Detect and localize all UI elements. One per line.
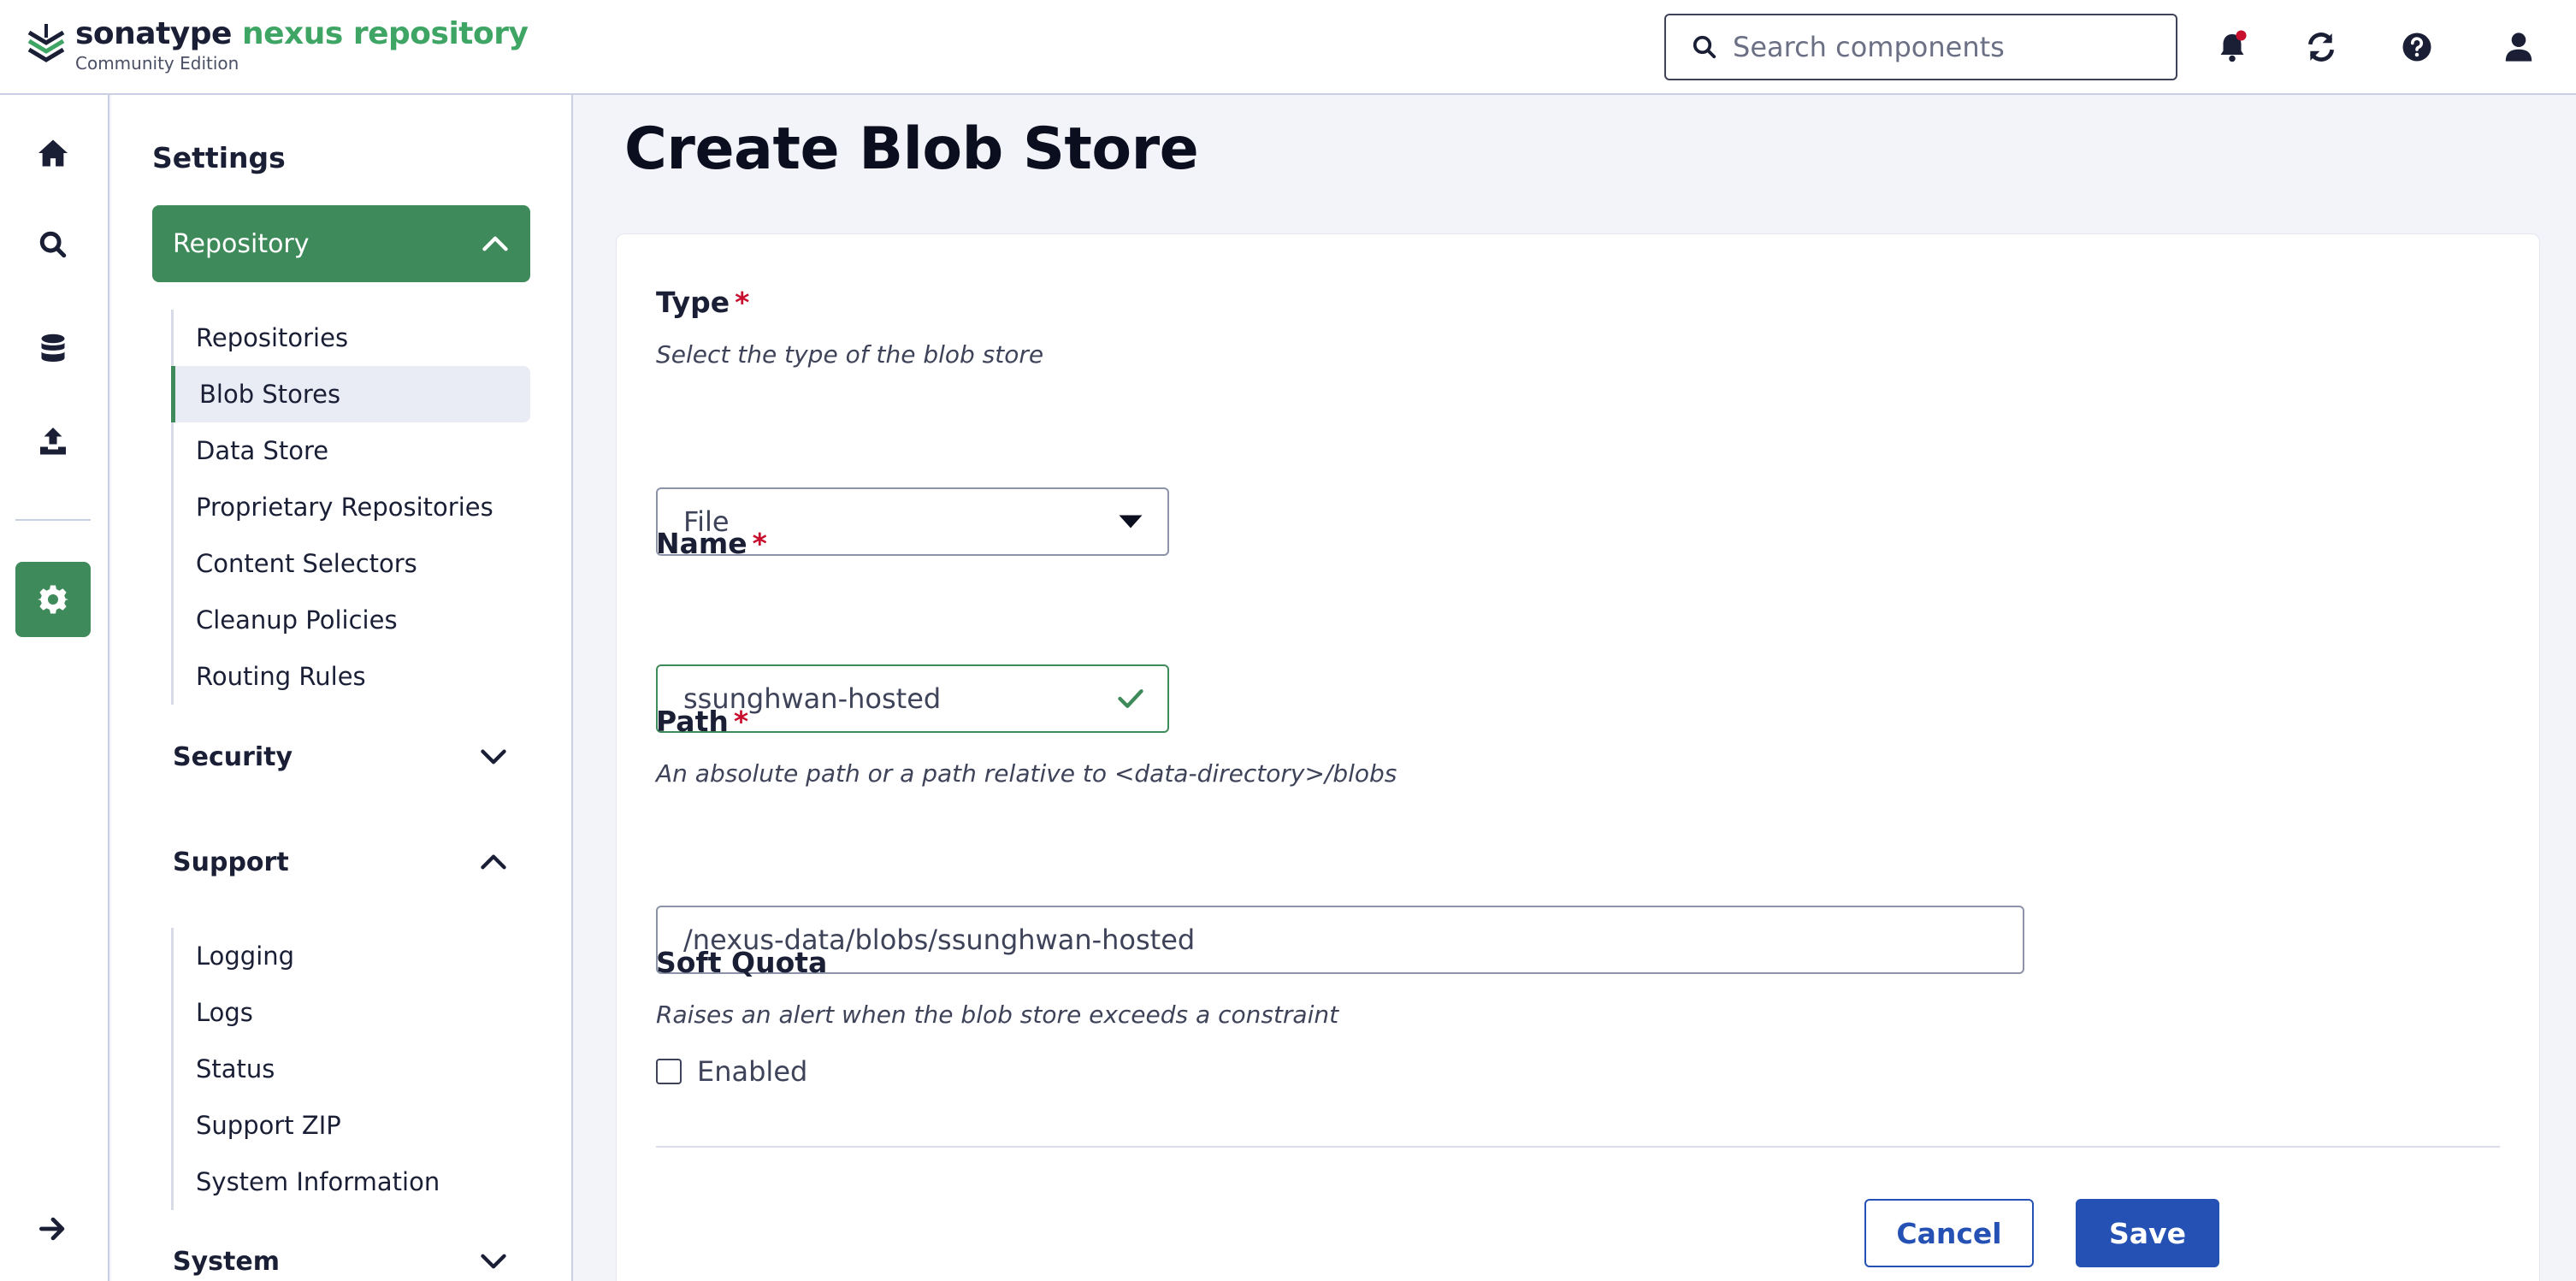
required-mark: * xyxy=(733,705,749,738)
path-input[interactable]: /nexus-data/blobs/ssunghwan-hosted xyxy=(656,906,2024,974)
type-label: Type * xyxy=(656,286,749,319)
brand-name: sonatype xyxy=(75,16,232,51)
search-icon xyxy=(39,231,67,258)
blob-store-form-card: Type * Select the type of the blob store … xyxy=(616,233,2540,1281)
required-mark: * xyxy=(752,527,767,560)
sidebar-item-content-selectors[interactable]: Content Selectors xyxy=(174,535,530,592)
sonatype-logo-icon xyxy=(27,24,65,62)
sidebar-group-label: Support xyxy=(173,847,289,877)
required-mark: * xyxy=(735,286,750,319)
main-content: Create Blob Store Type * Select the type … xyxy=(575,95,2576,1281)
sidebar-group-security[interactable]: Security xyxy=(173,731,532,782)
sidebar-item-system-information[interactable]: System Information xyxy=(174,1154,530,1210)
rail-divider xyxy=(15,519,91,521)
sidebar-group-label: Security xyxy=(173,741,293,772)
sidebar-group-system[interactable]: System xyxy=(173,1236,532,1281)
edition-label: Community Edition xyxy=(75,53,239,74)
database-icon xyxy=(41,334,65,362)
help-icon xyxy=(2402,32,2431,62)
bell-icon xyxy=(2220,30,2247,62)
chevron-up-icon xyxy=(482,236,508,251)
upload-icon xyxy=(40,428,66,455)
soft-quota-checkbox-label: Enabled xyxy=(697,1055,808,1088)
sidebar-item-data-store[interactable]: Data Store xyxy=(174,422,530,479)
type-label-text: Type xyxy=(656,286,730,319)
repository-sublist: Repositories Blob Stores Data Store Prop… xyxy=(171,310,530,705)
sidebar-item-logs[interactable]: Logs xyxy=(174,984,530,1041)
home-icon xyxy=(38,139,68,167)
search-icon xyxy=(1693,35,1716,59)
notifications-button[interactable] xyxy=(2211,26,2254,68)
sidebar-item-status[interactable]: Status xyxy=(174,1041,530,1097)
path-label: Path * xyxy=(656,705,748,738)
soft-quota-label: Soft Quota xyxy=(656,946,828,979)
sidebar-item-routing-rules[interactable]: Routing Rules xyxy=(174,648,530,705)
name-label: Name * xyxy=(656,527,767,560)
rail-browse[interactable] xyxy=(15,311,91,387)
save-button[interactable]: Save xyxy=(2076,1199,2219,1267)
sidebar-group-support[interactable]: Support xyxy=(173,836,532,888)
soft-quota-enabled-row[interactable]: Enabled xyxy=(656,1055,807,1088)
support-sublist: Logging Logs Status Support ZIP System I… xyxy=(171,928,530,1210)
refresh-icon xyxy=(2307,32,2335,62)
rail-home[interactable] xyxy=(15,115,91,191)
sidebar-item-proprietary-repositories[interactable]: Proprietary Repositories xyxy=(174,479,530,535)
search-input[interactable] xyxy=(1733,31,2143,63)
chevron-down-icon xyxy=(481,749,506,764)
search-components-box[interactable] xyxy=(1664,14,2177,80)
form-divider xyxy=(656,1146,2500,1148)
path-description: An absolute path or a path relative to <… xyxy=(656,759,1397,788)
chevron-down-icon xyxy=(481,1254,506,1269)
sidebar-item-support-zip[interactable]: Support ZIP xyxy=(174,1097,530,1154)
refresh-button[interactable] xyxy=(2300,26,2343,68)
user-menu-button[interactable] xyxy=(2497,26,2540,68)
icon-rail xyxy=(0,95,109,1281)
name-label-text: Name xyxy=(656,527,747,560)
cancel-button[interactable]: Cancel xyxy=(1864,1199,2034,1267)
rail-expand[interactable] xyxy=(15,1191,91,1266)
product-name: nexus repository xyxy=(242,16,529,51)
sidebar-item-blob-stores[interactable]: Blob Stores xyxy=(171,366,530,422)
sidebar-group-label: System xyxy=(173,1246,280,1277)
chevron-up-icon xyxy=(481,854,506,870)
settings-sidebar: Settings Repository Repositories Blob St… xyxy=(111,95,573,1281)
sidebar-item-logging[interactable]: Logging xyxy=(174,928,530,984)
type-description: Select the type of the blob store xyxy=(656,340,1044,369)
sidebar-group-label: Repository xyxy=(173,228,310,259)
sidebar-title: Settings xyxy=(152,141,286,174)
path-label-text: Path xyxy=(656,705,729,738)
rail-upload[interactable] xyxy=(15,403,91,478)
top-header: sonatype nexus repository Community Edit… xyxy=(0,0,2576,95)
arrow-right-icon xyxy=(38,1217,65,1241)
help-button[interactable] xyxy=(2396,26,2438,68)
soft-quota-description: Raises an alert when the blob store exce… xyxy=(656,1001,1339,1029)
rail-search[interactable] xyxy=(15,207,91,282)
app-logo[interactable]: sonatype nexus repository Community Edit… xyxy=(26,16,529,74)
user-icon xyxy=(2505,32,2532,62)
sidebar-item-cleanup-policies[interactable]: Cleanup Policies xyxy=(174,592,530,648)
soft-quota-checkbox[interactable] xyxy=(656,1059,682,1084)
caret-down-icon xyxy=(1119,515,1143,528)
sidebar-group-repository[interactable]: Repository xyxy=(152,205,530,282)
page-title: Create Blob Store xyxy=(624,115,1199,183)
rail-settings[interactable] xyxy=(15,562,91,637)
check-icon xyxy=(1118,689,1143,708)
gear-icon xyxy=(38,585,68,614)
sidebar-item-repositories[interactable]: Repositories xyxy=(174,310,530,366)
